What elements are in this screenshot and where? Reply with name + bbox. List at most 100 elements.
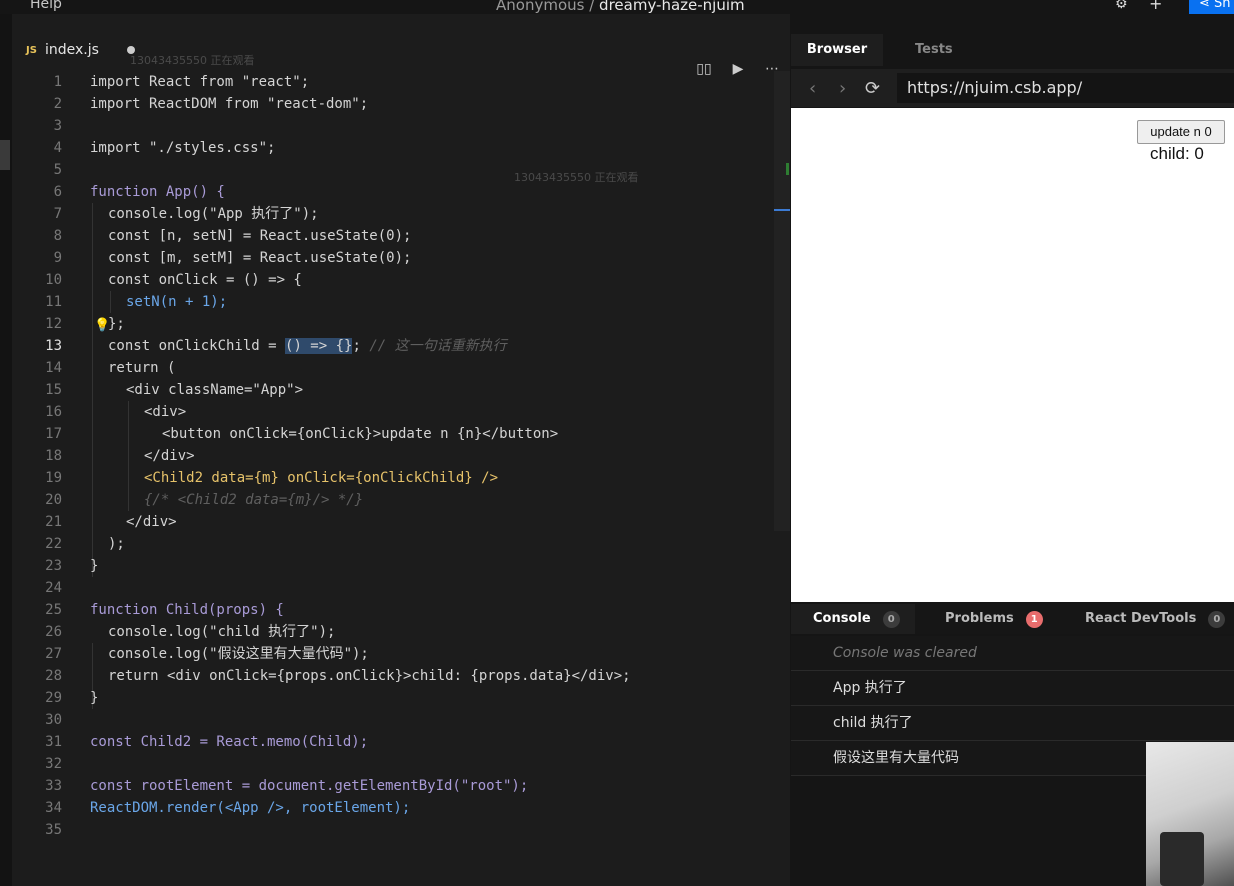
code-line: 29} xyxy=(12,687,772,709)
problems-count-badge: 1 xyxy=(1025,610,1043,628)
update-n-button[interactable]: update n 0 xyxy=(1137,120,1225,144)
line-number: 5 xyxy=(53,162,62,178)
code-line: 4 import "./styles.css"; xyxy=(12,137,772,159)
code-line: 33 const rootElement = document.getElemen… xyxy=(12,775,772,797)
code-text: function App() { xyxy=(90,184,225,200)
activity-bar xyxy=(0,14,12,886)
code-line: 15 <div className="App"> xyxy=(12,379,772,401)
code-line: 14 return ( xyxy=(12,357,772,379)
code-line: 17 <button onClick={onClick}>update n {n}… xyxy=(12,423,772,445)
code-line: 18 </div> xyxy=(12,445,772,467)
viewer-watermark: 13043435550 正在观看 xyxy=(130,54,255,67)
code-line: 22); xyxy=(12,533,772,555)
code-line: 3 xyxy=(12,115,772,137)
code-line: 31 const Child2 = React.memo(Child); xyxy=(12,731,772,753)
code-line: 5 xyxy=(12,159,772,181)
line-number: 33 xyxy=(45,778,62,794)
code-line: 25 function Child(props) { xyxy=(12,599,772,621)
project-title: Anonymous / dreamy-haze-njuim xyxy=(496,0,745,14)
selected-text: () => {} xyxy=(285,338,353,354)
console-count-badge: 0 xyxy=(882,610,900,628)
activity-bar-marker xyxy=(0,140,10,170)
code-text: console.log("App 执行了"); xyxy=(108,206,319,222)
line-number: 12 xyxy=(45,316,62,332)
line-number: 8 xyxy=(53,228,62,244)
tab-console[interactable]: Console 0 xyxy=(791,604,915,634)
tab-console-label: Console xyxy=(813,611,871,626)
code-line: 16 <div> xyxy=(12,401,772,423)
code-line: 28 return <div onClick={props.onClick}>ch… xyxy=(12,665,772,687)
code-line: 30 xyxy=(12,709,772,731)
code-line: 26 console.log("child 执行了"); xyxy=(12,621,772,643)
plus-icon[interactable]: + xyxy=(1149,0,1162,13)
code-line: 27 console.log("假设这里有大量代码"); xyxy=(12,643,772,665)
code-text: <Child2 data={m} onClick={onClickChild} … xyxy=(144,470,499,486)
child-text[interactable]: child: 0 xyxy=(1150,144,1204,164)
code-line: 6 function App() { xyxy=(12,181,772,203)
code-text: const [m, setM] = React.useState(0); xyxy=(108,250,412,266)
url-input[interactable]: https://njuim.csb.app/ xyxy=(897,73,1234,103)
code-text: console.log("假设这里有大量代码"); xyxy=(108,646,369,662)
address-bar: ‹ › ⟳ https://njuim.csb.app/ xyxy=(791,69,1234,107)
code-text: import React from "react"; xyxy=(90,74,310,90)
tab-react-devtools[interactable]: React DevTools 0 xyxy=(1085,604,1226,634)
code-line: 21 </div> xyxy=(12,511,772,533)
code-segment: const onClickChild = xyxy=(108,338,286,354)
console-row: App 执行了 xyxy=(791,671,1234,706)
code-comment: // 这一句话重新执行 xyxy=(369,338,507,354)
line-number: 31 xyxy=(45,734,62,750)
line-number: 25 xyxy=(45,602,62,618)
webcam-object xyxy=(1160,832,1204,886)
code-text: const onClickChild = () => {}; // 这一句话重新… xyxy=(108,335,507,357)
tab-tests[interactable]: Tests xyxy=(915,34,953,66)
line-number: 17 xyxy=(45,426,62,442)
line-number: 3 xyxy=(53,118,62,134)
preview-tabs: Browser Tests xyxy=(791,34,1234,66)
webcam-overlay xyxy=(1146,742,1234,886)
code-line: 20 {/* <Child2 data={m}/> */} xyxy=(12,489,772,511)
code-text: <div> xyxy=(144,404,187,420)
code-text: <button onClick={onClick}>update n {n}</… xyxy=(162,426,559,442)
code-segment: ; xyxy=(352,338,370,354)
code-text: console.log("child 执行了"); xyxy=(108,624,336,640)
forward-icon[interactable]: › xyxy=(839,78,846,99)
line-number: 19 xyxy=(45,470,62,486)
code-text: {/* <Child2 data={m}/> */} xyxy=(144,492,364,508)
gear-icon[interactable]: ⚙ xyxy=(1115,0,1128,12)
back-icon[interactable]: ‹ xyxy=(809,78,816,99)
line-number: 21 xyxy=(45,514,62,530)
line-number: 7 xyxy=(53,206,62,222)
refresh-icon[interactable]: ⟳ xyxy=(865,78,880,99)
editor-scrollbar[interactable] xyxy=(774,71,790,531)
tab-index-js[interactable]: JS index.js xyxy=(26,36,135,64)
code-text: import "./styles.css"; xyxy=(90,140,276,156)
tab-browser[interactable]: Browser xyxy=(791,34,883,66)
code-line: 1 import React from "react"; xyxy=(12,71,772,93)
browser-viewport[interactable]: update n 0 child: 0 xyxy=(791,108,1234,602)
line-number: 28 xyxy=(45,668,62,684)
line-number: 27 xyxy=(45,646,62,662)
tab-devtools-label: React DevTools xyxy=(1085,611,1197,626)
help-menu[interactable]: Help xyxy=(30,0,62,12)
line-number: 23 xyxy=(45,558,62,574)
line-number: 4 xyxy=(53,140,62,156)
code-area[interactable]: 1 import React from "react"; 2 import Reac… xyxy=(12,71,772,841)
line-number: 1 xyxy=(53,74,62,90)
line-number: 35 xyxy=(45,822,62,838)
code-line: 32 xyxy=(12,753,772,775)
git-change-marker xyxy=(786,163,789,175)
line-number: 11 xyxy=(45,294,62,310)
code-text: </div> xyxy=(144,448,195,464)
code-editor[interactable]: JS index.js ▯▯ ▶ ⋯ 13043435550 正在观看 1 30 4… xyxy=(12,14,790,886)
console-tabs: Console 0 Problems 1 React DevTools 0 xyxy=(791,604,1234,634)
editor-tab-bar: JS index.js ▯▯ ▶ ⋯ xyxy=(12,36,790,77)
code-text: </div> xyxy=(126,514,177,530)
code-text: ReactDOM.render(<App />, rootElement); xyxy=(90,800,411,816)
code-text: const [n, setN] = React.useState(0); xyxy=(108,228,412,244)
code-line: 2 import ReactDOM from "react-dom"; xyxy=(12,93,772,115)
tab-problems[interactable]: Problems 1 xyxy=(945,604,1043,634)
code-line: 10 const onClick = () => { xyxy=(12,269,772,291)
project-name[interactable]: dreamy-haze-njuim xyxy=(599,0,745,14)
line-number: 26 xyxy=(45,624,62,640)
line-number: 29 xyxy=(45,690,62,706)
